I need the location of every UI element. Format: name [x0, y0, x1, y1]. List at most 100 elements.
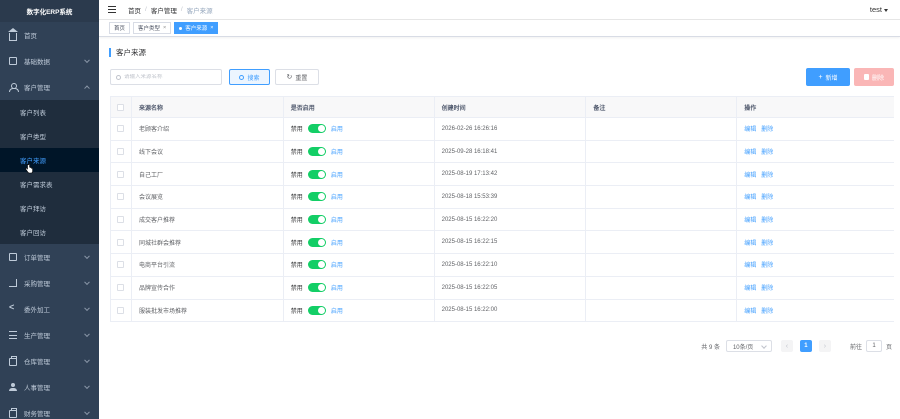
main-content: 客户来源 搜索 ↻ 重置 + 新增 删除 来源名称 是否启用 创建时间 备注 操… [99, 37, 900, 419]
delete-link[interactable]: 删除 [761, 192, 773, 201]
edit-link[interactable]: 编辑 [744, 306, 756, 315]
breadcrumb-item[interactable]: 首页 [128, 5, 141, 15]
search-input[interactable] [110, 69, 222, 85]
enabled-switch[interactable] [307, 215, 326, 225]
table-row: 电商平台引流 禁用 启用 2025-08-15 16:22:10 编辑 删除 [111, 254, 894, 277]
sidebar-item-customer-management[interactable]: 客户管理 [0, 74, 99, 100]
source-name-cell: 成交客户推荐 [132, 208, 284, 231]
tag-home[interactable]: 首页 [109, 22, 131, 34]
sidebar-item-home[interactable]: 首页 [0, 22, 99, 48]
sidebar-subitem-customer-demand[interactable]: 客户需求表 [0, 172, 99, 196]
edit-link[interactable]: 编辑 [744, 215, 756, 224]
edit-link[interactable]: 编辑 [744, 170, 756, 179]
delete-link[interactable]: 删除 [761, 147, 773, 156]
chevron-down-icon [84, 409, 90, 416]
delete-link[interactable]: 删除 [761, 215, 773, 224]
row-checkbox[interactable] [117, 170, 124, 178]
sidebar-item-orders[interactable]: 订单管理 [0, 244, 99, 270]
add-button[interactable]: + 新增 [806, 68, 850, 86]
close-icon[interactable]: × [163, 25, 166, 31]
sidebar-item-basic-data[interactable]: 基础数据 [0, 48, 99, 74]
edit-link[interactable]: 编辑 [744, 124, 756, 133]
prev-page-button[interactable]: ‹ [780, 340, 793, 352]
source-name-cell: 服装批发市场推荐 [132, 299, 284, 322]
sidebar-item-warehouse[interactable]: 仓库管理 [0, 348, 99, 374]
sidebar-subitem-customer-type[interactable]: 客户类型 [0, 124, 99, 148]
switch-on-label: 启用 [330, 127, 343, 134]
edit-link[interactable]: 编辑 [744, 283, 756, 292]
chevron-up-icon [84, 85, 90, 92]
search-field[interactable] [124, 74, 219, 80]
delete-button[interactable]: 删除 [854, 68, 894, 86]
row-checkbox[interactable] [117, 306, 124, 314]
page-title: 客户来源 [109, 48, 146, 57]
sidebar-subitem-customer-list[interactable]: 客户列表 [0, 100, 99, 124]
sidebar-item-finance[interactable]: 财务管理 [0, 400, 99, 419]
sidebar-subitem-customer-visit[interactable]: 客户拜访 [0, 196, 99, 220]
close-icon[interactable]: × [210, 25, 213, 31]
switch-on-label: 启用 [330, 286, 343, 293]
sidebar-subitem-customer-source[interactable]: 客户来源 [0, 148, 99, 172]
hamburger-icon[interactable] [108, 6, 116, 13]
doc-icon [9, 253, 17, 261]
row-checkbox[interactable] [117, 125, 124, 133]
delete-link[interactable]: 删除 [761, 170, 773, 179]
next-page-button[interactable]: › [818, 340, 831, 352]
checkbox-cell [111, 299, 132, 322]
actions-cell: 编辑 删除 [737, 300, 894, 322]
created-time-cell: 2025-08-19 17:13:42 [435, 163, 587, 186]
enabled-switch[interactable] [307, 147, 326, 157]
user-menu[interactable]: test [870, 5, 888, 14]
row-checkbox[interactable] [117, 193, 124, 201]
row-checkbox[interactable] [117, 148, 124, 156]
enabled-switch[interactable] [307, 305, 326, 315]
sidebar-subitem-customer-revisit[interactable]: 客户回访 [0, 220, 99, 244]
enabled-switch[interactable] [307, 192, 326, 202]
row-checkbox[interactable] [117, 216, 124, 224]
bag-icon [9, 408, 17, 418]
edit-link[interactable]: 编辑 [744, 260, 756, 269]
page-number-button[interactable]: 1 [799, 340, 812, 352]
chevron-down-icon [84, 57, 90, 64]
breadcrumb-item: 客户来源 [186, 7, 213, 15]
row-checkbox[interactable] [117, 238, 124, 246]
enabled-switch[interactable] [307, 260, 326, 270]
enabled-switch[interactable] [307, 124, 326, 134]
enabled-switch[interactable] [307, 283, 326, 293]
enabled-switch[interactable] [307, 169, 326, 179]
checkbox-cell [111, 186, 132, 208]
enabled-cell: 禁用 启用 [284, 208, 435, 231]
sidebar-item-hr[interactable]: 人事管理 [0, 374, 99, 400]
tag-label: 客户来源 [185, 26, 208, 32]
delete-link[interactable]: 删除 [761, 306, 773, 315]
select-all-checkbox[interactable] [117, 103, 124, 111]
chevron-down-icon [84, 305, 90, 312]
tag-customer-source[interactable]: 客户来源 × [174, 22, 219, 34]
delete-link[interactable]: 删除 [761, 124, 773, 133]
sidebar-item-outsourcing[interactable]: 委外加工 [0, 296, 99, 322]
actions-cell: 编辑 删除 [737, 277, 894, 299]
delete-link[interactable]: 删除 [761, 238, 773, 247]
customer-submenu: 客户列表 客户类型 客户来源 客户需求表 客户拜访 客户回访 [0, 100, 99, 244]
sidebar-item-production[interactable]: 生产管理 [0, 322, 99, 348]
reset-button[interactable]: ↻ 重置 [275, 69, 319, 85]
delete-button-label: 删除 [871, 75, 884, 82]
delete-link[interactable]: 删除 [761, 283, 773, 292]
enabled-switch[interactable] [307, 237, 326, 247]
checkbox-cell [111, 254, 132, 276]
row-checkbox[interactable] [117, 261, 124, 269]
tag-customer-type[interactable]: 客户类型 × [133, 22, 172, 34]
sidebar-item-label: 生产管理 [24, 333, 50, 340]
chevron-down-icon [84, 279, 90, 286]
delete-link[interactable]: 删除 [761, 260, 773, 269]
header-checkbox-cell [111, 97, 132, 117]
edit-link[interactable]: 编辑 [744, 192, 756, 201]
goto-page-input[interactable]: 1 [865, 340, 882, 352]
edit-link[interactable]: 编辑 [744, 238, 756, 247]
search-button[interactable]: 搜索 [229, 69, 270, 85]
row-checkbox[interactable] [117, 284, 124, 292]
sidebar-item-label: 基础数据 [24, 59, 50, 66]
sidebar-item-purchasing[interactable]: 采购管理 [0, 270, 99, 296]
edit-link[interactable]: 编辑 [744, 147, 756, 156]
page-size-select[interactable]: 10条/页 [725, 340, 772, 352]
